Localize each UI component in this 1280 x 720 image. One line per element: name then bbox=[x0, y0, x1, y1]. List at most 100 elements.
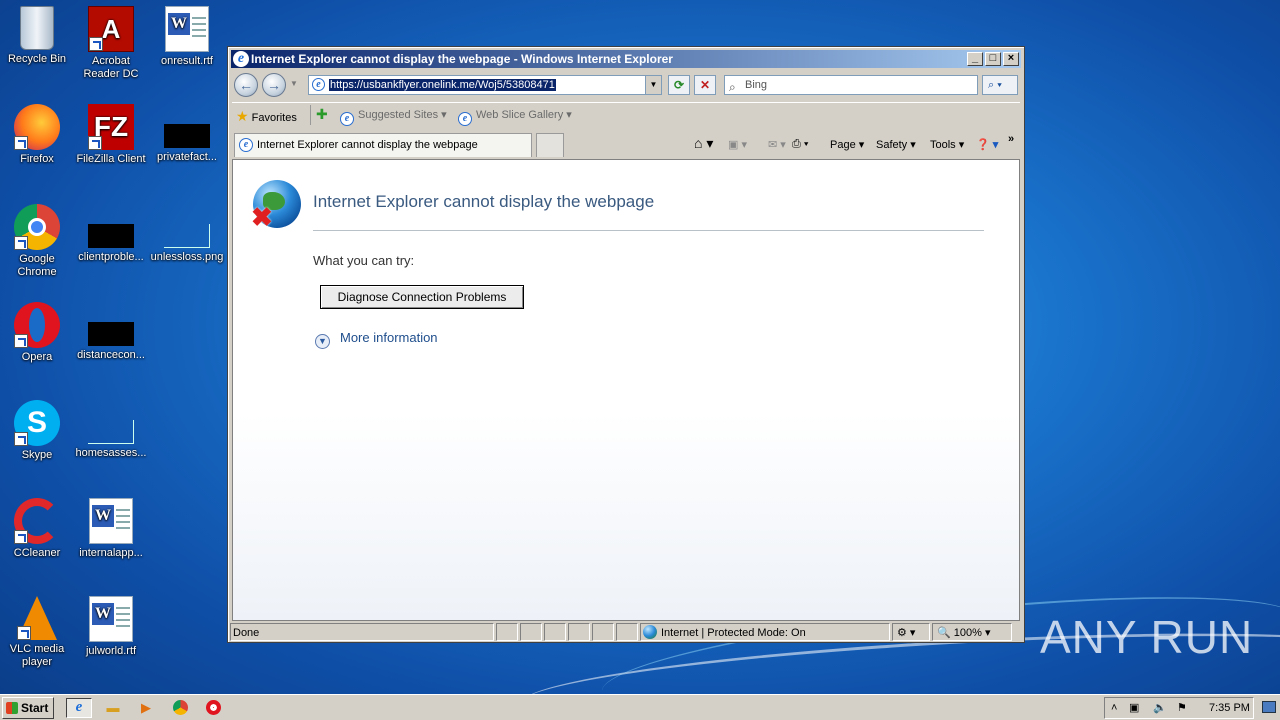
desktop-icon-vlc[interactable]: VLC media player bbox=[0, 596, 74, 669]
image-file-icon bbox=[164, 224, 210, 248]
chevron-down-icon: ▼ bbox=[315, 334, 330, 349]
desktop-icon-privatefact[interactable]: privatefact... bbox=[150, 104, 224, 164]
help-icon[interactable]: ❓ ▾ bbox=[976, 138, 998, 151]
internet-zone-icon bbox=[643, 625, 657, 639]
address-bar-row: ← → ▼ e https://usbankflyer.onelink.me/W… bbox=[232, 71, 1020, 99]
desktop-icon-clientproble[interactable]: clientproble... bbox=[74, 204, 148, 264]
close-button[interactable]: × bbox=[1003, 52, 1019, 66]
print-icon[interactable]: ⎙ ▾ bbox=[792, 138, 808, 151]
clock[interactable]: 7:35 PM bbox=[1209, 698, 1250, 718]
search-placeholder: Bing bbox=[745, 79, 768, 91]
zoom-control[interactable]: 🔍 100% ▾ bbox=[932, 623, 1012, 641]
start-button[interactable]: Start bbox=[2, 697, 54, 719]
forward-button[interactable]: → bbox=[262, 73, 286, 97]
suggested-sites-link[interactable]: e Suggested Sites ▾ bbox=[340, 108, 447, 126]
page-menu[interactable]: Page ▾ bbox=[830, 138, 864, 151]
desktop-icon-unlessloss[interactable]: unlessloss.png bbox=[150, 204, 224, 264]
new-tab-button[interactable] bbox=[536, 133, 564, 157]
desktop-icon-acrobat[interactable]: A Acrobat Reader DC bbox=[74, 6, 148, 81]
address-field[interactable]: e https://usbankflyer.onelink.me/Woj5/53… bbox=[308, 75, 662, 95]
desktop-icon-julworld[interactable]: julworld.rtf bbox=[74, 596, 148, 658]
show-hidden-icons[interactable]: ˄ bbox=[1111, 698, 1117, 718]
favorites-bar: ★ Favorites ✚ e Suggested Sites ▾ e Web Sl… bbox=[232, 102, 1020, 126]
file-icon bbox=[164, 124, 210, 148]
desktop-icon-internalapp[interactable]: internalapp... bbox=[74, 498, 148, 560]
ie-page-icon: e bbox=[458, 112, 472, 126]
file-icon bbox=[88, 224, 134, 248]
what-you-can-try-label: What you can try: bbox=[313, 253, 415, 268]
page-content: ✖ Internet Explorer cannot display the w… bbox=[232, 159, 1020, 621]
desktop-icon-distancecon[interactable]: distancecon... bbox=[74, 302, 148, 362]
taskbar: Start e ▬ ▶ ˄ ▣ 🔈 ⚑ 7:35 PM bbox=[0, 694, 1280, 720]
desktop-icon-opera[interactable]: Opera bbox=[0, 302, 74, 364]
desktop-icon-google-chrome[interactable]: Google Chrome bbox=[0, 204, 74, 279]
window-title: Internet Explorer cannot display the web… bbox=[251, 52, 673, 66]
desktop-icon-onresult[interactable]: onresult.rtf bbox=[150, 6, 224, 68]
status-pane bbox=[616, 623, 638, 641]
search-input[interactable]: ⌕ Bing bbox=[724, 75, 978, 95]
favorites-button[interactable]: ★ Favorites bbox=[236, 108, 297, 125]
taskbar-opera-icon[interactable] bbox=[202, 698, 224, 718]
refresh-button[interactable]: ⟳ bbox=[668, 75, 690, 95]
feeds-icon[interactable]: ▣ ▾ bbox=[728, 138, 747, 151]
status-pane bbox=[568, 623, 590, 641]
desktop-icon-homesasses[interactable]: homesasses... bbox=[74, 400, 148, 460]
network-icon[interactable]: ▣ bbox=[1129, 698, 1139, 718]
show-desktop-button[interactable] bbox=[1262, 701, 1276, 713]
vlc-icon bbox=[17, 596, 57, 640]
back-button[interactable]: ← bbox=[234, 73, 258, 97]
desktop-icon-skype[interactable]: S Skype bbox=[0, 400, 74, 462]
anyrun-watermark: ANY RUN bbox=[1040, 611, 1254, 663]
taskbar-ie-icon[interactable]: e bbox=[66, 698, 92, 718]
tab-active[interactable]: e Internet Explorer cannot display the w… bbox=[234, 133, 532, 157]
maximize-button[interactable]: □ bbox=[985, 52, 1001, 66]
taskbar-media-player-icon[interactable]: ▶ bbox=[135, 698, 157, 718]
address-text: https://usbankflyer.onelink.me/Woj5/5380… bbox=[329, 79, 556, 91]
ie-page-icon: e bbox=[239, 138, 253, 152]
action-center-flag-icon[interactable]: ⚑ bbox=[1177, 698, 1187, 718]
search-button[interactable]: ⌕ ▾ bbox=[982, 75, 1018, 95]
web-slice-gallery-link[interactable]: e Web Slice Gallery ▾ bbox=[458, 108, 572, 126]
recent-pages-dropdown[interactable]: ▼ bbox=[290, 79, 298, 88]
error-globe-icon: ✖ bbox=[251, 180, 301, 232]
image-file-icon bbox=[88, 420, 134, 444]
status-pane bbox=[592, 623, 614, 641]
ccleaner-icon bbox=[14, 498, 60, 544]
chrome-icon bbox=[14, 204, 60, 250]
address-dropdown[interactable]: ▼ bbox=[645, 76, 661, 94]
protected-mode-icon[interactable]: ⚙ ▾ bbox=[892, 623, 930, 641]
divider bbox=[313, 230, 984, 231]
minimize-button[interactable]: _ bbox=[967, 52, 983, 66]
desktop-icon-recycle-bin[interactable]: Recycle Bin bbox=[0, 6, 74, 66]
desktop-icon-filezilla[interactable]: FZ FileZilla Client bbox=[74, 104, 148, 166]
ie-window: e Internet Explorer cannot display the w… bbox=[227, 46, 1025, 643]
desktop-icon-ccleaner[interactable]: CCleaner bbox=[0, 498, 74, 560]
home-icon[interactable]: ⌂ ▾ bbox=[694, 135, 713, 152]
volume-icon[interactable]: 🔈 bbox=[1153, 698, 1167, 718]
taskbar-chrome-icon[interactable] bbox=[169, 698, 191, 718]
filezilla-icon: FZ bbox=[88, 104, 134, 150]
window-titlebar[interactable]: e Internet Explorer cannot display the w… bbox=[231, 50, 1021, 68]
recycle-bin-icon bbox=[20, 6, 54, 50]
firefox-icon bbox=[14, 104, 60, 150]
chevron-more-icon[interactable]: » bbox=[1008, 133, 1014, 145]
file-icon bbox=[88, 322, 134, 346]
stop-button[interactable]: ✕ bbox=[694, 75, 716, 95]
safety-menu[interactable]: Safety ▾ bbox=[876, 138, 916, 151]
taskbar-explorer-icon[interactable]: ▬ bbox=[102, 698, 124, 718]
security-zone[interactable]: Internet | Protected Mode: On bbox=[640, 623, 890, 641]
page-icon: e bbox=[312, 78, 325, 91]
add-favorites-icon[interactable]: ✚ bbox=[316, 106, 328, 123]
search-icon: ⌕ bbox=[729, 80, 736, 94]
diagnose-connection-button[interactable]: Diagnose Connection Problems bbox=[320, 285, 524, 309]
star-icon: ★ bbox=[236, 108, 249, 124]
skype-icon: S bbox=[14, 400, 60, 446]
tools-menu[interactable]: Tools ▾ bbox=[930, 138, 964, 151]
desktop-icon-firefox[interactable]: Firefox bbox=[0, 104, 74, 166]
status-text: Done bbox=[230, 623, 494, 641]
more-information-link[interactable]: ▼ More information bbox=[315, 330, 438, 349]
status-pane bbox=[544, 623, 566, 641]
mail-icon[interactable]: ✉ ▾ bbox=[768, 138, 786, 151]
word-document-icon bbox=[89, 498, 133, 544]
ie-page-icon: e bbox=[340, 112, 354, 126]
